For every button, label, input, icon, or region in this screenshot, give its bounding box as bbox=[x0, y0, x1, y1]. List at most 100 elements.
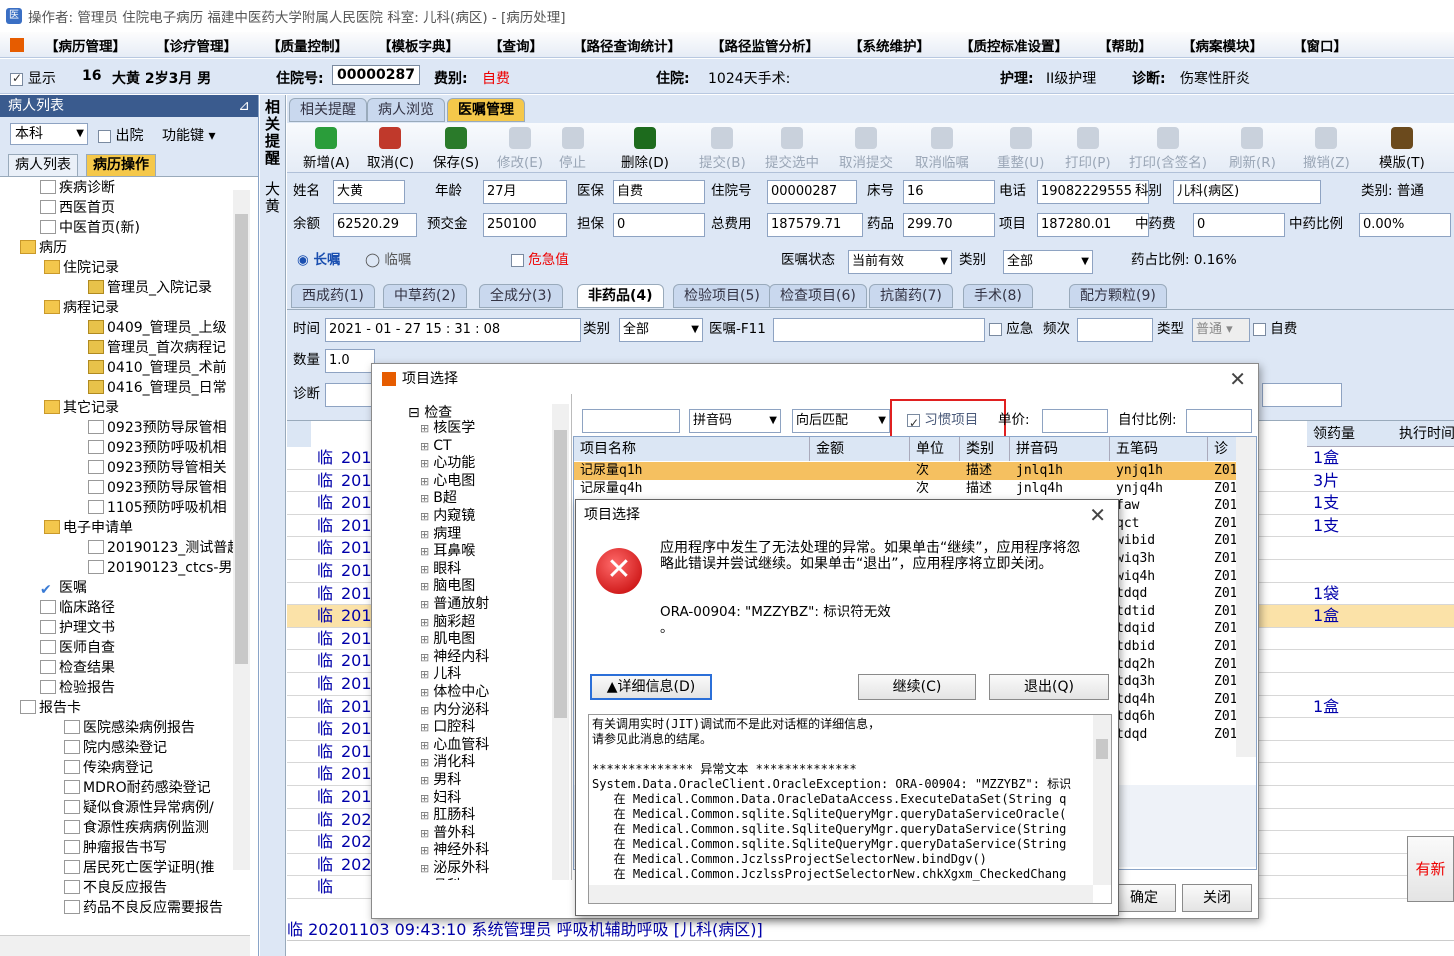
close-button[interactable]: 关闭 bbox=[1182, 884, 1252, 912]
tree-node[interactable]: 眼科 bbox=[420, 561, 461, 579]
subtab-2[interactable]: 全成分(3) bbox=[479, 284, 563, 308]
subtab-5[interactable]: 检查项目(6) bbox=[769, 284, 867, 308]
tree-item[interactable]: MDRO耐药感染登记 bbox=[64, 778, 211, 798]
tree-item[interactable]: 检验报告 bbox=[40, 678, 115, 698]
tree-item[interactable]: 临床路径 bbox=[40, 598, 115, 618]
tree-item[interactable]: 医师自查 bbox=[40, 638, 115, 658]
tree-item[interactable]: 疑似食源性异常病例/ bbox=[64, 798, 214, 818]
critical-value-checkbox[interactable]: 危急值 bbox=[511, 249, 569, 273]
menu-item-0[interactable]: 【病历管理】 bbox=[30, 35, 141, 55]
toolbar-button-8[interactable]: 取消提交 bbox=[839, 127, 893, 171]
tree-item[interactable]: 护理文书 bbox=[40, 618, 115, 638]
tree-root-exam[interactable]: ⊟ 检查 bbox=[408, 402, 452, 422]
show-checkbox[interactable]: 显示 bbox=[10, 68, 56, 88]
tab-record-ops[interactable]: 病历操作 bbox=[86, 154, 156, 176]
tree-node[interactable]: CT bbox=[420, 438, 451, 456]
picker-search-input[interactable] bbox=[582, 409, 680, 433]
tree-node[interactable]: 心功能 bbox=[420, 455, 475, 473]
tree-scroll-thumb[interactable] bbox=[235, 214, 248, 664]
tot-field[interactable]: 187579.71 bbox=[767, 213, 863, 237]
menu-item-8[interactable]: 【质控标准设置】 bbox=[945, 35, 1083, 55]
tree-scrollbar[interactable] bbox=[233, 190, 250, 870]
tree-node[interactable]: 体检中心 bbox=[420, 684, 489, 702]
menu-item-5[interactable]: 【路径查询统计】 bbox=[558, 35, 696, 55]
toolbar-button-4[interactable]: 停止 bbox=[559, 127, 586, 171]
tcm-field[interactable]: 0 bbox=[1193, 213, 1285, 237]
menu-item-6[interactable]: 【路径监管分析】 bbox=[696, 35, 834, 55]
tree-node[interactable]: 神经外科 bbox=[420, 842, 489, 860]
table-row[interactable]: 记尿量q1h 次 描述 jnlq1h ynjq1h Z01 bbox=[574, 462, 1237, 480]
column-header[interactable]: 金额 bbox=[810, 437, 910, 461]
name-field[interactable]: 大黄 bbox=[333, 180, 405, 204]
tree-node[interactable]: B超 bbox=[420, 490, 457, 508]
tree-item[interactable]: 0923预防呼吸机相 bbox=[88, 438, 227, 458]
menu-item-3[interactable]: 【模板字典】 bbox=[363, 35, 474, 55]
tree-node[interactable]: 耳鼻喉 bbox=[420, 543, 475, 561]
tree-item[interactable]: 传染病登记 bbox=[64, 758, 153, 778]
tree-item[interactable]: 不良反应报告 bbox=[64, 878, 167, 898]
temp-order-radio[interactable]: ◯ 临嘱 bbox=[365, 249, 411, 273]
tree-item[interactable]: 中医首页(新) bbox=[40, 218, 140, 238]
tree-item[interactable]: 居民死亡医学证明(推 bbox=[64, 858, 214, 878]
menu-item-7[interactable]: 【系统维护】 bbox=[834, 35, 945, 55]
tel-field[interactable]: 19082229555 bbox=[1037, 180, 1149, 204]
tree-node[interactable]: 心血管科 bbox=[420, 737, 489, 755]
urgent-checkbox[interactable]: 应急 bbox=[989, 318, 1033, 342]
tree-node[interactable]: 肛肠科 bbox=[420, 807, 475, 825]
age-field[interactable]: 27月 bbox=[483, 180, 567, 204]
entry-category-select[interactable]: 全部 ▼ bbox=[619, 318, 703, 342]
drug-field[interactable]: 299.70 bbox=[903, 213, 995, 237]
tree-hscrollbar[interactable] bbox=[0, 935, 250, 956]
toolbar-button-14[interactable]: 撤销(Z) bbox=[1303, 127, 1350, 171]
menu-item-1[interactable]: 【诊疗管理】 bbox=[141, 35, 252, 55]
toolbar-button-11[interactable]: 打印(P) bbox=[1065, 127, 1111, 171]
toolbar-button-13[interactable]: 刷新(R) bbox=[1229, 127, 1276, 171]
discharge-checkbox[interactable]: 出院 bbox=[98, 125, 143, 145]
menu-item-11[interactable]: 【窗口】 bbox=[1278, 35, 1362, 55]
menu-item-2[interactable]: 【质量控制】 bbox=[252, 35, 363, 55]
subtab-0[interactable]: 西成药(1) bbox=[291, 284, 375, 308]
tree-node[interactable]: 消化科 bbox=[420, 754, 475, 772]
tree-node[interactable]: 骨科 bbox=[420, 878, 461, 880]
item-field[interactable]: 187280.01 bbox=[1037, 213, 1149, 237]
toolbar-button-6[interactable]: 提交(B) bbox=[699, 127, 746, 171]
tree-item[interactable]: 0923预防导尿管相 bbox=[88, 418, 227, 438]
toolbar-button-3[interactable]: 修改(E) bbox=[497, 127, 543, 171]
close-icon[interactable]: ✕ bbox=[1229, 364, 1246, 394]
match-mode-select[interactable]: 向后匹配 ▼ bbox=[792, 409, 890, 433]
subtab-7[interactable]: 手术(8) bbox=[963, 284, 1033, 308]
tree-item[interactable]: 0410_管理员_术前 bbox=[88, 358, 227, 378]
tree-item[interactable]: 0923预防导尿管相 bbox=[88, 478, 227, 498]
tree-item[interactable]: 报告卡 bbox=[20, 698, 81, 718]
tree-node[interactable]: 内分泌科 bbox=[420, 702, 489, 720]
exit-button[interactable]: 退出(Q) bbox=[989, 674, 1109, 700]
tree-node[interactable]: 普外科 bbox=[420, 825, 475, 843]
tree-node[interactable]: 核医学 bbox=[420, 420, 475, 438]
tree-item[interactable]: 住院记录 bbox=[44, 258, 119, 278]
error-details-box[interactable]: 有关调用实时(JIT)调试而不是此对话框的详细信息， 请参见此消息的结尾。 ****… bbox=[588, 714, 1112, 904]
time-picker[interactable]: 2021 - 01 - 27 15 : 31 : 08 bbox=[325, 318, 581, 342]
tree-node[interactable]: 脑电图 bbox=[420, 578, 475, 596]
toolbar-button-0[interactable]: 新增(A) bbox=[303, 127, 350, 171]
quantity-stepper[interactable]: 1.0 bbox=[325, 349, 375, 373]
tree-node[interactable]: 男科 bbox=[420, 772, 461, 790]
picker-tree-thumb[interactable] bbox=[554, 430, 567, 718]
toolbar-button-15[interactable]: 模版(T) bbox=[1379, 127, 1425, 171]
category-select[interactable]: 全部 ▼ bbox=[1003, 250, 1093, 274]
tree-item[interactable]: 管理员_首次病程记 bbox=[88, 338, 226, 358]
entry-diagnosis-input[interactable] bbox=[325, 383, 375, 407]
tab-patient-list[interactable]: 病人列表 bbox=[8, 154, 78, 176]
menu-item-4[interactable]: 【查询】 bbox=[474, 35, 558, 55]
tree-item[interactable]: 0409_管理员_上级 bbox=[88, 318, 227, 338]
details-hscrollbar[interactable] bbox=[589, 885, 1093, 903]
tree-node[interactable]: 儿科 bbox=[420, 666, 461, 684]
tree-node[interactable]: 心电图 bbox=[420, 473, 475, 491]
tree-item[interactable]: 20190123_测试普超 bbox=[88, 538, 233, 558]
function-key-dropdown[interactable]: 功能键 ▾ bbox=[162, 125, 215, 145]
tree-item[interactable]: 病历 bbox=[20, 238, 67, 258]
column-header[interactable]: 诊 bbox=[1208, 437, 1238, 461]
continue-button[interactable]: 继续(C) bbox=[858, 674, 976, 700]
tcmr-field[interactable]: 0.00% bbox=[1359, 213, 1451, 237]
tree-item[interactable]: 1105预防呼吸机相 bbox=[88, 498, 227, 518]
reminder-tab[interactable]: 相关提醒 bbox=[265, 99, 281, 167]
